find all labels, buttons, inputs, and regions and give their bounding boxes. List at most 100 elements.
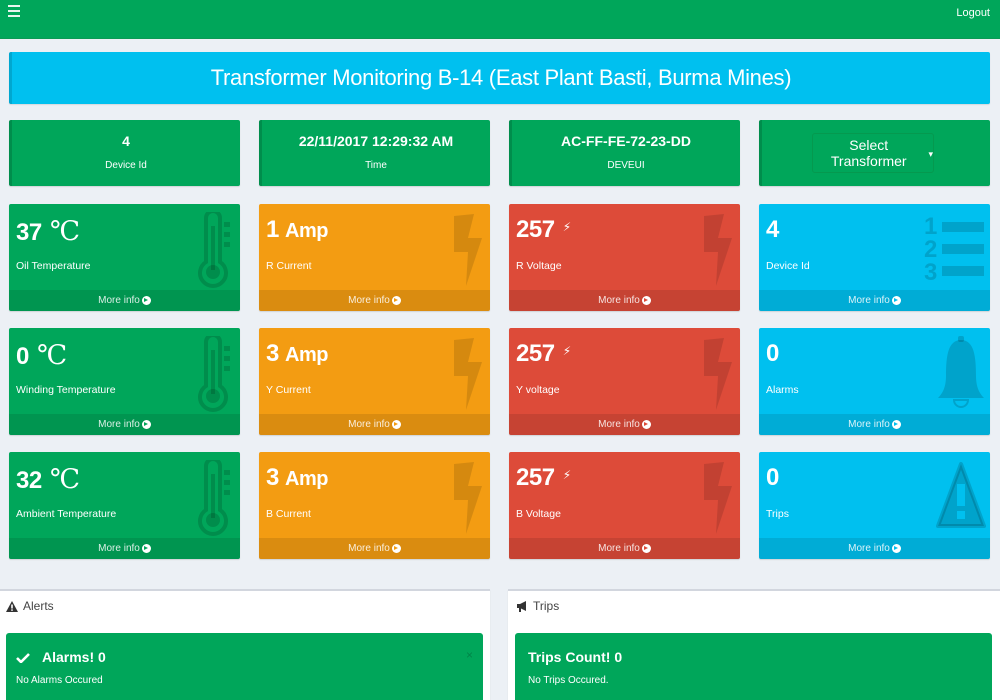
more-info-label: More info — [98, 419, 140, 430]
more-info-label: More info — [348, 295, 390, 306]
deveui-label: DEVEUI — [607, 160, 645, 171]
bolt-icon — [454, 338, 482, 410]
r-voltage-box: 257 ⚡ R Voltage More info — [509, 204, 740, 311]
deveui-card: AC-FF-FE-72-23-DD DEVEUI — [509, 120, 740, 186]
bolt-unit-icon: ⚡ — [562, 220, 571, 234]
trips-box: 0 Trips More info — [759, 452, 990, 559]
r-current-value: 1 — [266, 216, 279, 243]
arrow-circle-right-icon — [891, 544, 901, 553]
alerts-panel: Alerts Alarms! 0 No Alarms Occured × — [0, 589, 490, 700]
b-voltage-value: 257 — [516, 464, 555, 491]
trips-label: Trips — [766, 508, 789, 520]
y-voltage-label: Y voltage — [516, 384, 560, 396]
more-info-label: More info — [848, 295, 890, 306]
warning-icon — [6, 600, 18, 612]
device-id-box: 4 Device Id More info — [759, 204, 990, 311]
arrow-circle-right-icon — [891, 420, 901, 429]
more-info-label: More info — [598, 419, 640, 430]
more-info-label: More info — [98, 543, 140, 554]
ambient-temperature-value: 32 — [16, 467, 42, 494]
winding-temperature-value: 0 — [16, 343, 29, 370]
arrow-circle-right-icon — [391, 296, 401, 305]
winding-temperature-box: 0 ℃ Winding Temperature More info — [9, 328, 240, 435]
r-voltage-more-info[interactable]: More info — [509, 290, 740, 311]
alarms-alert: Alarms! 0 No Alarms Occured × — [6, 633, 483, 700]
amp-unit: Amp — [285, 220, 328, 242]
bullhorn-icon — [517, 600, 526, 612]
oil-temperature-label: Oil Temperature — [16, 260, 91, 272]
celsius-unit: ℃ — [49, 216, 80, 246]
more-info-label: More info — [848, 543, 890, 554]
b-current-label: B Current — [266, 508, 311, 520]
top-navbar: Logout — [0, 0, 1000, 39]
arrow-circle-right-icon — [641, 296, 651, 305]
trips-panel: Trips Trips Count! 0 No Trips Occured. — [508, 589, 1000, 700]
celsius-unit: ℃ — [37, 340, 67, 370]
arrow-circle-right-icon — [141, 420, 151, 429]
more-info-label: More info — [348, 419, 390, 430]
r-voltage-label: R Voltage — [516, 260, 562, 272]
y-current-more-info[interactable]: More info — [259, 414, 490, 435]
bolt-unit-icon: ⚡ — [562, 344, 571, 358]
r-current-more-info[interactable]: More info — [259, 290, 490, 311]
alarms-value: 0 — [766, 340, 779, 367]
ambient-temperature-box: 32 ℃ Ambient Temperature More info — [9, 452, 240, 559]
more-info-label: More info — [348, 543, 390, 554]
bell-icon — [937, 336, 985, 408]
warning-icon — [936, 462, 986, 528]
oil-temperature-value: 37 — [16, 219, 42, 246]
arrow-circle-right-icon — [391, 544, 401, 553]
bolt-unit-icon: ⚡ — [562, 468, 571, 482]
more-info-label: More info — [598, 543, 640, 554]
y-current-box: 3 Amp Y Current More info — [259, 328, 490, 435]
thermometer-icon — [198, 212, 232, 288]
bolt-icon — [704, 338, 732, 410]
arrow-circle-right-icon — [641, 420, 651, 429]
trips-alert: Trips Count! 0 No Trips Occured. — [515, 633, 992, 700]
device-id-box-label: Device Id — [766, 260, 810, 272]
logout-link[interactable]: Logout — [956, 7, 990, 19]
y-current-value: 3 — [266, 340, 279, 367]
hamburger-icon[interactable] — [8, 5, 20, 17]
bolt-icon — [704, 462, 732, 534]
thermometer-icon — [198, 460, 232, 536]
y-voltage-value: 257 — [516, 340, 555, 367]
r-voltage-value: 257 — [516, 216, 555, 243]
trips-value: 0 — [766, 464, 779, 491]
time-label: Time — [365, 160, 387, 171]
b-voltage-more-info[interactable]: More info — [509, 538, 740, 559]
more-info-label: More info — [98, 295, 140, 306]
winding-temperature-label: Winding Temperature — [16, 384, 116, 396]
alarms-alert-title: Alarms! 0 — [42, 649, 106, 665]
alarms-label: Alarms — [766, 384, 799, 396]
time-card: 22/11/2017 12:29:32 AM Time — [259, 120, 490, 186]
y-current-label: Y Current — [266, 384, 311, 396]
select-transformer-card: Select Transformer ▾ — [759, 120, 990, 186]
device-id-more-info[interactable]: More info — [759, 290, 990, 311]
device-id-card: 4 Device Id — [9, 120, 240, 186]
close-icon[interactable]: × — [466, 648, 473, 662]
alarms-box: 0 Alarms More info — [759, 328, 990, 435]
b-current-more-info[interactable]: More info — [259, 538, 490, 559]
select-transformer-label: Select Transformer — [830, 137, 907, 169]
arrow-circle-right-icon — [641, 544, 651, 553]
bolt-icon — [454, 214, 482, 286]
ambient-temperature-label: Ambient Temperature — [16, 508, 117, 520]
oil-temperature-more-info[interactable]: More info — [9, 290, 240, 311]
ambient-temperature-more-info[interactable]: More info — [9, 538, 240, 559]
trips-more-info[interactable]: More info — [759, 538, 990, 559]
arrow-circle-right-icon — [891, 296, 901, 305]
alarms-more-info[interactable]: More info — [759, 414, 990, 435]
alerts-panel-header: Alerts — [6, 599, 54, 613]
arrow-circle-right-icon — [391, 420, 401, 429]
more-info-label: More info — [848, 419, 890, 430]
trips-alert-title: Trips Count! 0 — [528, 649, 623, 665]
winding-temperature-more-info[interactable]: More info — [9, 414, 240, 435]
oil-temperature-box: 37 ℃ Oil Temperature More info — [9, 204, 240, 311]
select-transformer-dropdown[interactable]: Select Transformer ▾ — [812, 133, 934, 173]
page-title: Transformer Monitoring B-14 (East Plant … — [9, 52, 990, 104]
time-value: 22/11/2017 12:29:32 AM — [298, 133, 454, 149]
device-id-value: 4 — [122, 133, 130, 149]
arrow-circle-right-icon — [141, 296, 151, 305]
y-voltage-more-info[interactable]: More info — [509, 414, 740, 435]
